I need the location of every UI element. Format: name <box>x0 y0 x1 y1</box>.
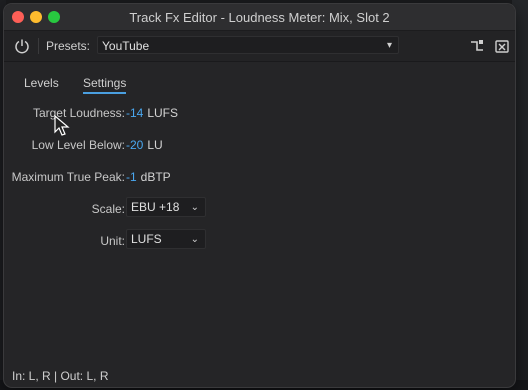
power-icon[interactable] <box>14 38 30 54</box>
fx-editor-window: Track Fx Editor - Loudness Meter: Mix, S… <box>4 4 515 387</box>
title-bar[interactable]: Track Fx Editor - Loudness Meter: Mix, S… <box>4 4 515 31</box>
toolbar-separator <box>38 38 39 54</box>
target-loudness-value[interactable]: -14 <box>126 106 143 120</box>
routing-icon[interactable] <box>469 38 485 54</box>
presets-label: Presets: <box>46 39 91 53</box>
toolbar: Presets: YouTube ▾ <box>4 31 515 62</box>
window-title: Track Fx Editor - Loudness Meter: Mix, S… <box>129 10 390 25</box>
scale-label: Scale: <box>91 202 125 216</box>
mouse-pointer-icon <box>54 115 70 136</box>
target-loudness-unit: LUFS <box>147 106 179 120</box>
target-loudness-label: Target Loudness: <box>32 106 125 120</box>
io-status-bar: In: L, R | Out: L, R <box>4 365 515 387</box>
presets-dropdown[interactable]: YouTube ▾ <box>97 36 399 54</box>
low-level-below-label: Low Level Below: <box>31 138 125 152</box>
chevron-down-icon: ⌄ <box>190 234 199 245</box>
low-level-below-field[interactable]: -20 LU <box>126 138 163 152</box>
max-true-peak-unit: dBTP <box>140 170 171 184</box>
chevron-down-icon: ⌄ <box>190 202 199 213</box>
max-true-peak-value[interactable]: -1 <box>126 170 137 184</box>
tab-settings[interactable]: Settings <box>83 76 127 94</box>
close-box-icon[interactable] <box>494 38 510 54</box>
low-level-below-value[interactable]: -20 <box>126 138 143 152</box>
max-true-peak-label: Maximum True Peak: <box>11 170 125 184</box>
chevron-down-icon: ▾ <box>386 40 392 51</box>
scale-value: EBU +18 <box>131 200 180 214</box>
unit-value: LUFS <box>131 232 162 246</box>
presets-value: YouTube <box>102 39 150 53</box>
unit-label: Unit: <box>100 234 125 248</box>
target-loudness-field[interactable]: -14 LUFS <box>126 106 178 120</box>
low-level-below-unit: LU <box>147 138 163 152</box>
unit-dropdown[interactable]: LUFS ⌄ <box>126 229 206 249</box>
io-status-text: In: L, R | Out: L, R <box>12 369 109 383</box>
max-true-peak-field[interactable]: -1 dBTP <box>126 170 171 184</box>
tab-levels[interactable]: Levels <box>24 76 59 90</box>
scale-dropdown[interactable]: EBU +18 ⌄ <box>126 197 206 217</box>
